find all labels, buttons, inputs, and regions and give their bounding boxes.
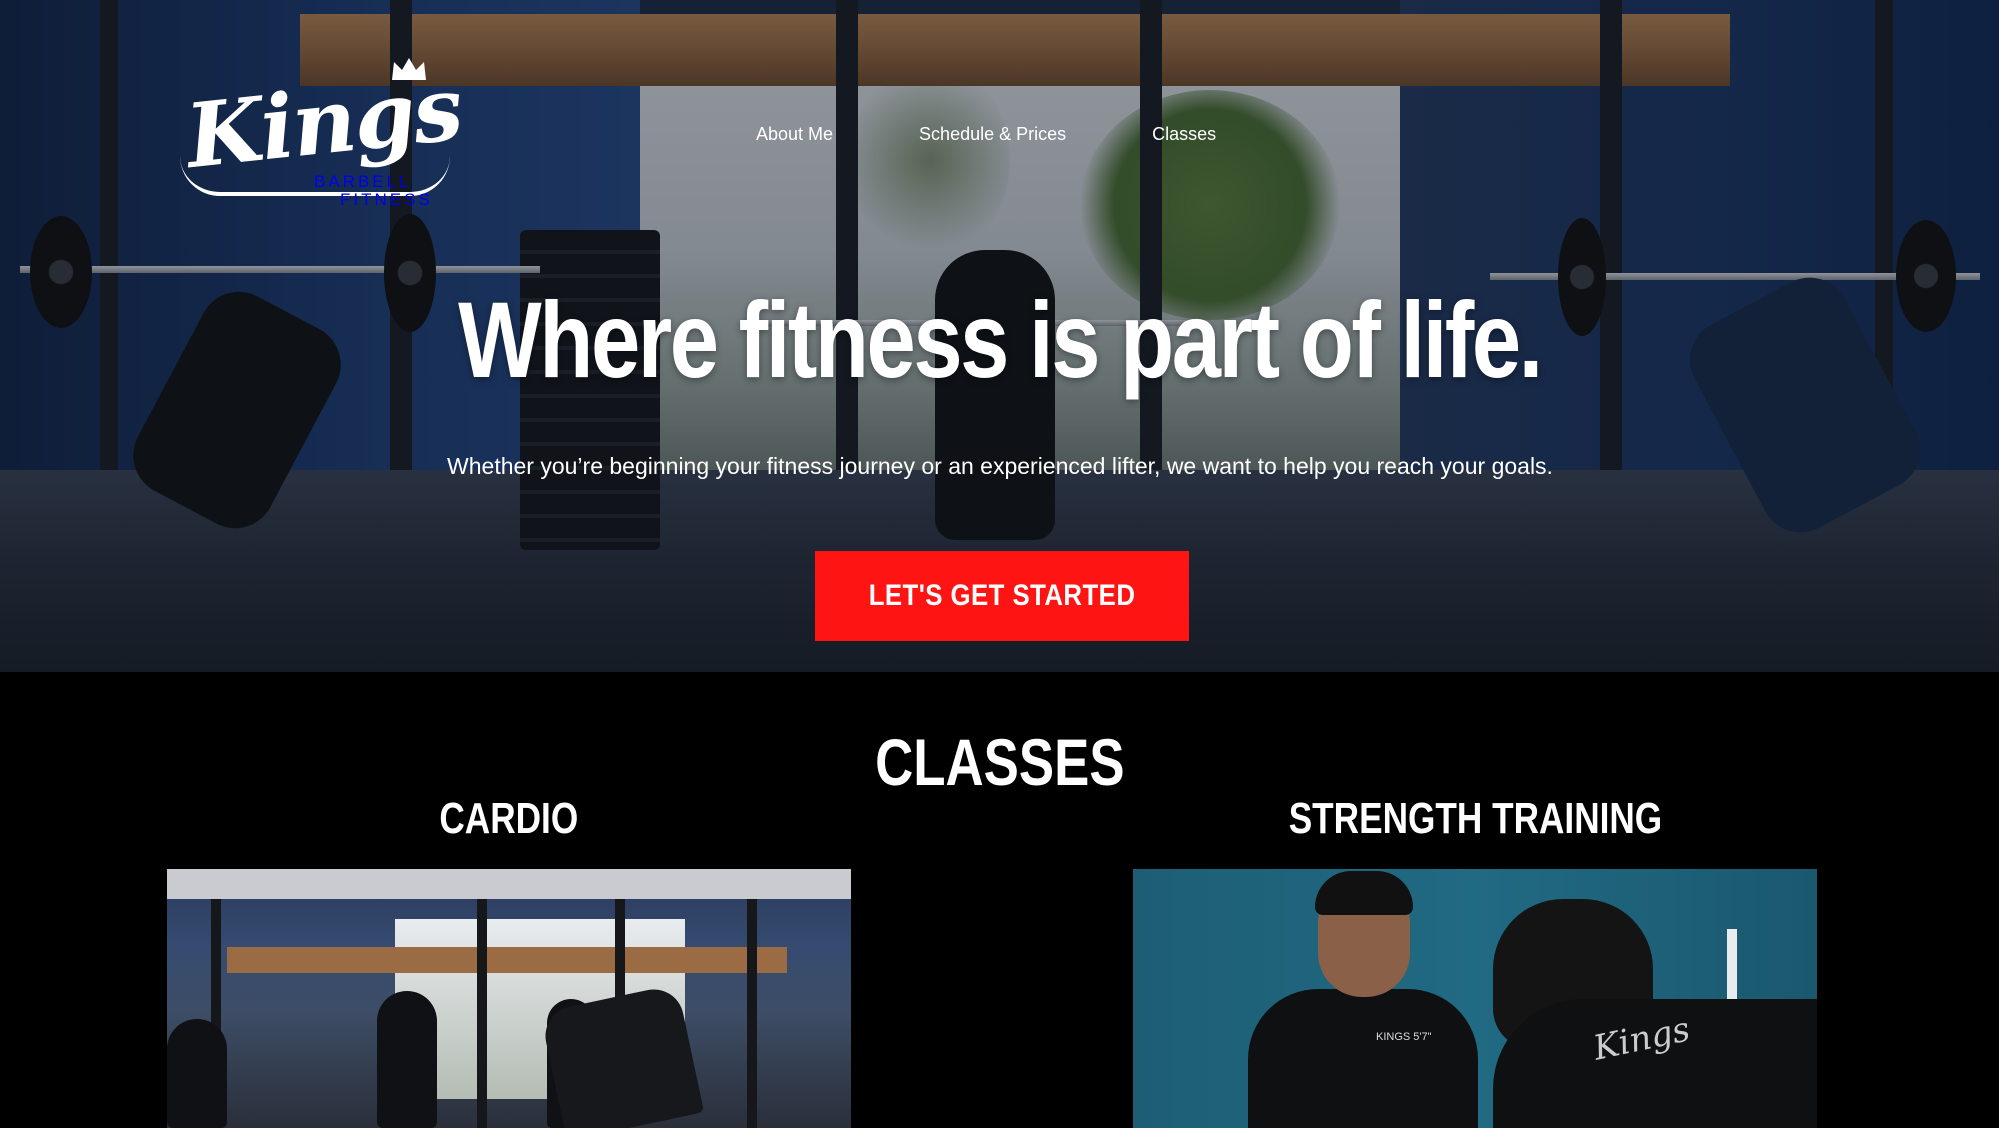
- nav-link-schedule-prices[interactable]: Schedule & Prices: [919, 124, 1066, 145]
- logo-subtext-barbell: BARBELL: [314, 172, 412, 191]
- classes-section: CLASSES CARDIO STRENGTH TRAINING KINGS 5…: [0, 672, 1999, 1128]
- get-started-button[interactable]: LET'S GET STARTED: [815, 551, 1189, 641]
- hero-subtitle: Whether you’re beginning your fitness jo…: [447, 453, 1553, 479]
- class-card-title-cardio: CARDIO: [439, 794, 579, 843]
- class-card-image-strength-training[interactable]: KINGS 5'7" Kings: [1133, 869, 1817, 1128]
- hero-section: Kings BARBELL FITNESS About Me Schedule …: [0, 0, 1999, 672]
- hero-title: Where fitness is part of life.: [458, 279, 1543, 400]
- classes-heading: CLASSES: [874, 725, 1125, 799]
- shirt-front-logo-text: KINGS 5'7": [1376, 1031, 1432, 1043]
- class-card-image-cardio[interactable]: [167, 869, 851, 1128]
- main-navigation: About Me Schedule & Prices Classes: [756, 124, 1216, 145]
- nav-link-about-me[interactable]: About Me: [756, 124, 833, 145]
- class-card-title-strength-training: STRENGTH TRAINING: [1288, 794, 1662, 843]
- get-started-label: LET'S GET STARTED: [868, 579, 1136, 612]
- kings-barbell-logo[interactable]: Kings BARBELL FITNESS: [180, 56, 466, 216]
- logo-subtext-fitness: FITNESS: [340, 190, 433, 209]
- nav-link-classes[interactable]: Classes: [1152, 124, 1216, 145]
